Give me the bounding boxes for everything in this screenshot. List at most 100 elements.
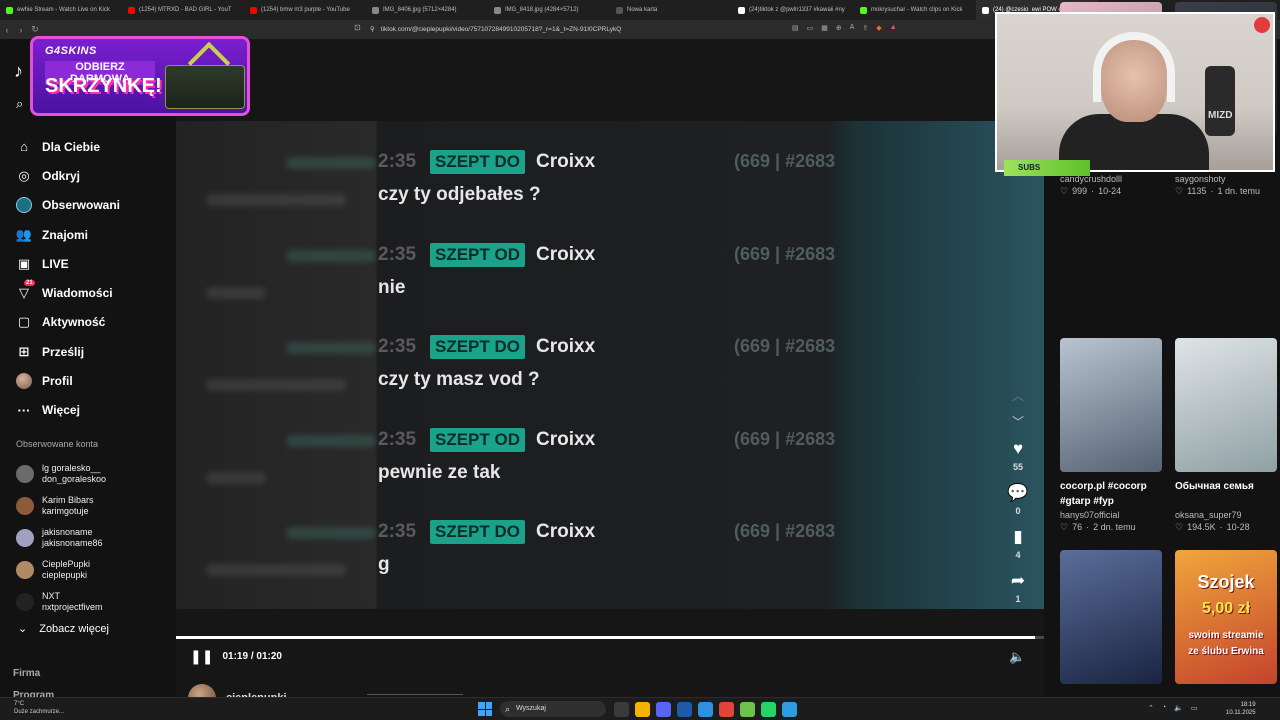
sidebar-item[interactable]: ▽ 21 Wiadomości	[16, 278, 166, 307]
forward-icon[interactable]: ›	[14, 25, 28, 35]
screenshot-icon[interactable]: ▭	[807, 24, 814, 32]
video-card[interactable]: Szojek 5,00 zł swoim streamie ze ślubu Erwi…	[1175, 550, 1277, 684]
search-icon[interactable]: ⌕	[16, 96, 23, 112]
followed-account[interactable]: jakisnoname jakisnoname86	[16, 522, 166, 554]
video-thumbnail[interactable]	[1060, 550, 1162, 684]
pause-icon[interactable]: ❚❚	[190, 648, 213, 665]
browser-tab[interactable]: mokrysuchar - Watch clips on Kick	[854, 0, 976, 20]
tiktok-logo[interactable]: ♪	[14, 61, 23, 82]
video-thumbnail[interactable]: Szojek 5,00 zł swoim streamie ze ślubu Erwi…	[1175, 550, 1277, 684]
browser-tab[interactable]: ewhie Stream - Watch Live on Kick	[0, 0, 122, 20]
battery-icon[interactable]: ▭	[1191, 704, 1198, 712]
sidebar-item[interactable]: Obserwowani	[16, 191, 166, 220]
video-thumbnail[interactable]	[1060, 338, 1162, 472]
network-icon[interactable]: ◔	[1162, 704, 1166, 712]
sidebar-item[interactable]: ▣ LIVE	[16, 249, 166, 278]
message-time: 2:35	[378, 521, 417, 542]
chevron-down-icon[interactable]: ﹀	[1012, 413, 1024, 439]
heart-icon[interactable]: ♥	[1013, 439, 1023, 459]
browser-tab[interactable]: (1254) bmw m3 purple - YouTube	[244, 0, 366, 20]
video-card-meta: ♡ 999 · 10-24	[1060, 186, 1162, 197]
sidebar-item[interactable]: Profil	[16, 366, 166, 395]
taskbar-app-icon[interactable]	[719, 702, 734, 717]
video-card[interactable]: cocorp.pl #cocorp #gtarp #fyp hanys07offi…	[1060, 338, 1162, 533]
ad-brand: G4SKINS	[45, 45, 97, 57]
sidebar-item-label: LIVE	[42, 256, 69, 271]
footer-link-company[interactable]: Firma	[13, 663, 54, 685]
progress-bar[interactable]	[176, 636, 1044, 639]
zoom-icon[interactable]: ⊕	[836, 24, 842, 32]
taskbar-app-icon[interactable]	[740, 702, 755, 717]
reload-icon[interactable]: ↻	[28, 24, 42, 35]
video-card-meta: ♡ 194.5K · 10-28	[1175, 522, 1277, 533]
shield-icon[interactable]: ◆	[876, 24, 881, 32]
account-display-name: NXT	[42, 591, 60, 601]
taskbar-app-icon[interactable]	[761, 702, 776, 717]
browser-tab[interactable]: (1254) MTRXD - BAD GIRL - YouT	[122, 0, 244, 20]
taskbar-app-icon[interactable]	[635, 702, 650, 717]
bookmark-icon[interactable]: ⊡	[354, 23, 361, 32]
taskbar-apps	[614, 702, 797, 717]
time-display: 01:19 / 01:20	[222, 651, 282, 662]
blurred-text	[206, 194, 346, 206]
message-time: 2:35	[378, 336, 417, 357]
message-text: czy ty masz vod ?	[378, 369, 540, 390]
translate-icon[interactable]: A	[850, 24, 855, 32]
sidebar-item[interactable]: ⌂ Dla Ciebie	[16, 132, 166, 161]
sidebar-item[interactable]: ⊞ Prześlij	[16, 337, 166, 366]
cast-icon[interactable]: ▦	[821, 24, 828, 32]
tab-title: mokrysuchar - Watch clips on Kick	[871, 7, 963, 13]
browser-tab[interactable]: IMG_8418.jpg (4284×5712)	[488, 0, 610, 20]
message-time: 2:35	[378, 151, 417, 172]
windows-start-icon[interactable]	[478, 702, 492, 716]
volume-icon[interactable]: 🔈	[1009, 649, 1025, 665]
share-icon[interactable]: ⇪	[862, 24, 868, 32]
sidebar-item[interactable]: ▢ Aktywność	[16, 308, 166, 337]
taskbar-search[interactable]: Wyszukaj	[500, 701, 606, 717]
followed-account[interactable]: Karim Bibars karimgotuje	[16, 490, 166, 522]
see-more-button[interactable]: ⌄ Zobacz więcej	[18, 622, 109, 636]
back-icon[interactable]: ‹	[0, 25, 14, 35]
video-frame[interactable]: 2:35 SZEPT DO Croixx (669 | #2683 czy ty odj…	[176, 121, 1044, 609]
followed-account[interactable]: lg goralesko__ don_goraleskoo	[16, 458, 166, 490]
bookmark-icon[interactable]: ▮	[1013, 527, 1022, 547]
tray-expand-icon[interactable]: ⌃	[1148, 704, 1154, 712]
browser-tab[interactable]: Nowa karta	[610, 0, 732, 20]
weather-widget[interactable]: 7°C Duże zachmurze...	[14, 700, 64, 716]
sidebar-item[interactable]: ··· Więcej	[16, 396, 166, 425]
browser-tab[interactable]: (24)tiktok z @pwln1337 #kawaii #ny	[732, 0, 854, 20]
taskbar-app-icon[interactable]	[614, 702, 629, 717]
speaker-icon[interactable]: 🔈	[1174, 704, 1183, 712]
browser-tab[interactable]: IMG_8406.jpg (5712×4284)	[366, 0, 488, 20]
taskbar-app-icon[interactable]	[698, 702, 713, 717]
chevron-up-icon[interactable]: ︿	[1012, 387, 1024, 413]
thumbnail-caption: swoim streamie	[1188, 630, 1264, 641]
comment-icon[interactable]: 💬	[1007, 483, 1028, 503]
followed-account[interactable]: NXT nxtprojectfivem	[16, 586, 166, 618]
site-settings-icon[interactable]: ⚲	[370, 23, 375, 36]
thumbnail-caption: Szojek	[1197, 572, 1255, 592]
video-thumbnail[interactable]	[1175, 338, 1277, 472]
message-sender: Croixx	[536, 336, 596, 357]
clock-date: 10.11.2025	[1226, 710, 1256, 716]
taskbar-clock[interactable]: 18:19 10.11.2025	[1226, 701, 1256, 717]
chat-message-header: 2:35 SZEPT DO Croixx (669 | #2683	[378, 334, 1038, 360]
video-player-area: 2:35 SZEPT DO Croixx (669 | #2683 czy ty odj…	[176, 39, 1044, 712]
share-icon[interactable]: ➦	[1011, 571, 1025, 591]
ad-banner[interactable]: G4SKINS ODBIERZ DARMOWĄ SKRZYNKĘ!	[30, 36, 250, 116]
taskbar-app-icon[interactable]	[782, 702, 797, 717]
rewards-icon[interactable]: ▲	[890, 24, 897, 32]
followed-account[interactable]: CieplePupki cieplepupki	[16, 554, 166, 586]
video-card-likes: 194.5K	[1187, 522, 1216, 532]
video-card-likes: 1135	[1187, 186, 1207, 196]
taskbar-app-icon[interactable]	[677, 702, 692, 717]
sidebar-item[interactable]: ◎ Odkryj	[16, 161, 166, 190]
account-names: jakisnoname jakisnoname86	[42, 527, 103, 549]
extension-icon[interactable]: ▤	[792, 24, 799, 32]
progress-fill	[176, 636, 1036, 639]
sidebar-item[interactable]: 👥 Znajomi	[16, 220, 166, 249]
video-card[interactable]: Обычная семья oksana_super79 ♡ 194.5K · 10-28	[1175, 338, 1277, 533]
video-card[interactable]	[1060, 550, 1162, 684]
taskbar-app-icon[interactable]	[656, 702, 671, 717]
weather-desc: Duże zachmurze...	[14, 709, 65, 715]
